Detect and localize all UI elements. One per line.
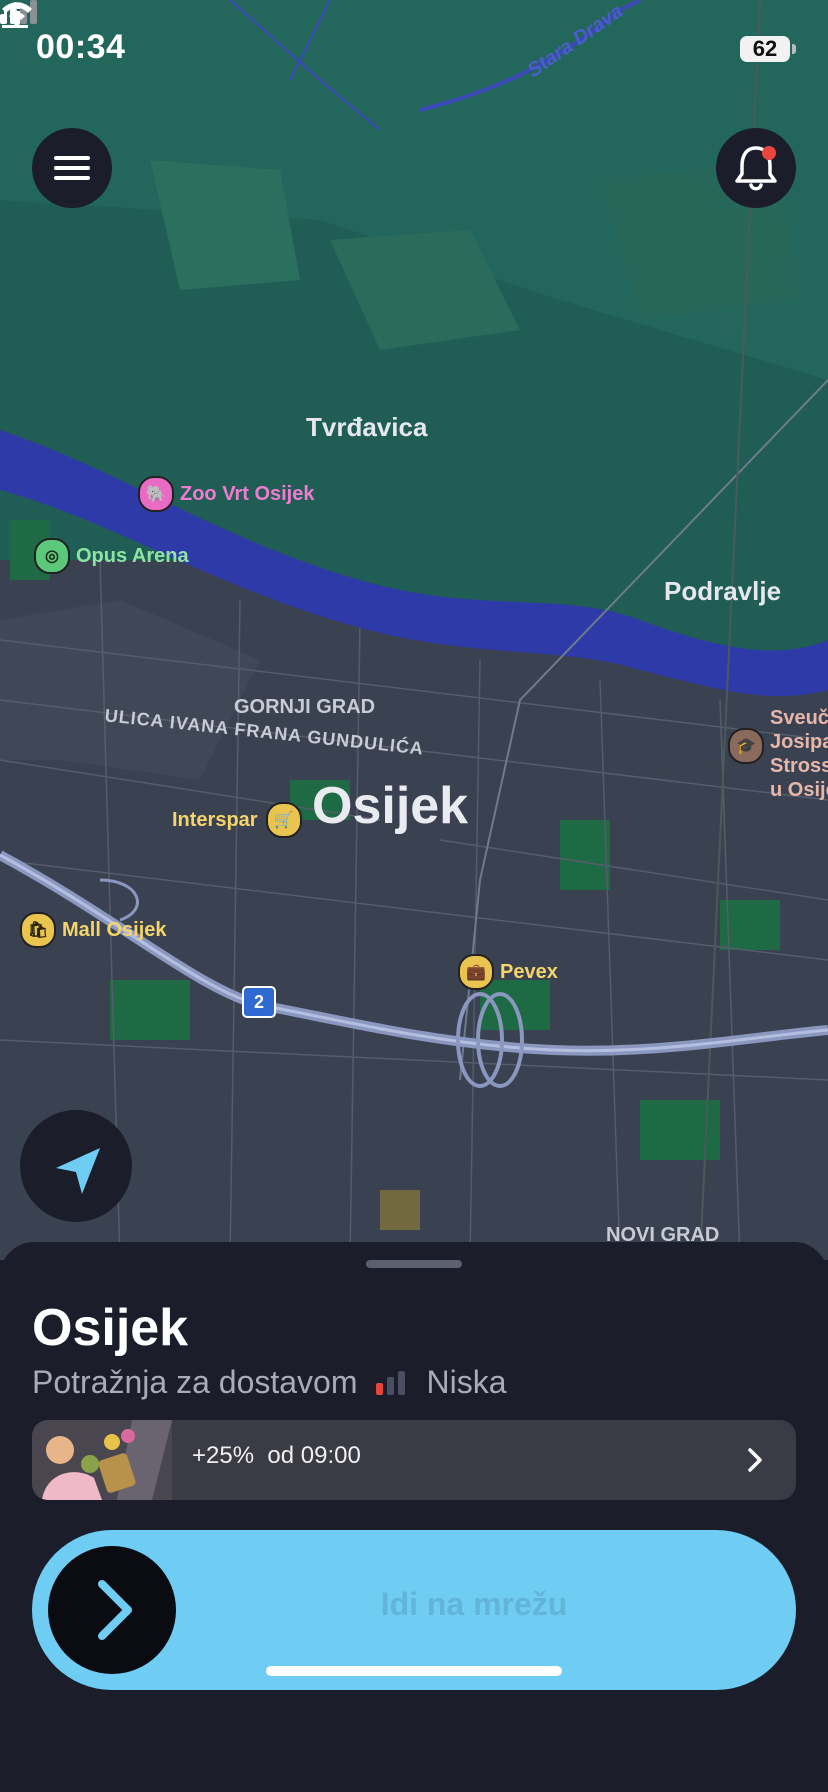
bell-icon bbox=[735, 146, 777, 191]
poi-label: Opus Arena bbox=[76, 544, 189, 567]
poi-university-line: Josipa bbox=[770, 731, 828, 753]
map-label-podravlje: Podravlje bbox=[664, 576, 782, 606]
graduation-cap-icon: 🎓 bbox=[728, 728, 764, 764]
delivery-demand: Potražnja za dostavom Niska bbox=[32, 1364, 507, 1401]
hamburger-icon bbox=[54, 176, 90, 180]
poi-pevex[interactable]: 💼 Pevex bbox=[458, 954, 558, 990]
wifi-icon bbox=[2, 2, 32, 26]
bottom-sheet: Osijek Potražnja za dostavom Niska +25% … bbox=[0, 1242, 828, 1792]
poi-label: Mall Osijek bbox=[62, 918, 167, 941]
menu-button[interactable] bbox=[32, 128, 112, 208]
navigation-arrow-icon bbox=[56, 1148, 100, 1194]
briefcase-icon: 💼 bbox=[458, 954, 494, 990]
stadium-icon: ◎ bbox=[34, 538, 70, 574]
recenter-location-button[interactable] bbox=[20, 1110, 132, 1222]
status-bar: 00:34 62 bbox=[0, 0, 828, 100]
poi-mall-osijek[interactable]: 🛍 Mall Osijek bbox=[20, 912, 167, 948]
chevron-right-icon bbox=[98, 1580, 132, 1640]
map-label-city: Osijek bbox=[312, 777, 469, 835]
poi-university[interactable]: 🎓 Sveuč Josipa Stross u Osije bbox=[728, 706, 828, 802]
promo-bonus: +25% bbox=[192, 1442, 255, 1469]
poi-interspar[interactable]: 🛒 Interspar bbox=[172, 802, 302, 838]
cart-icon: 🛒 bbox=[265, 802, 302, 838]
map-view[interactable]: 00:34 62 Stara Drava Tvrđavica Podravlje… bbox=[0, 0, 828, 1260]
map-label-gornji-grad: GORNJI GRAD bbox=[234, 696, 376, 718]
home-indicator[interactable] bbox=[266, 1666, 562, 1676]
city-title: Osijek bbox=[32, 1299, 189, 1357]
notifications-button[interactable] bbox=[716, 128, 796, 208]
poi-label: Zoo Vrt Osijek bbox=[180, 482, 315, 505]
road-shield: 2 bbox=[242, 986, 276, 1018]
go-online-knob[interactable] bbox=[48, 1546, 176, 1674]
map-canvas[interactable] bbox=[0, 0, 828, 1260]
demand-level: Niska bbox=[426, 1364, 507, 1400]
hamburger-icon bbox=[54, 166, 90, 170]
shopping-bag-icon: 🛍 bbox=[20, 912, 56, 948]
poi-university-line: Sveuč bbox=[770, 707, 828, 729]
promo-text: +25% od 09:00 bbox=[192, 1442, 361, 1470]
status-time: 00:34 bbox=[36, 28, 126, 66]
battery-indicator: 62 bbox=[740, 36, 796, 62]
poi-zoo[interactable]: 🐘 Zoo Vrt Osijek bbox=[138, 476, 314, 512]
poi-university-line: Stross bbox=[770, 755, 828, 777]
poi-label: Interspar bbox=[172, 808, 258, 831]
promo-time: od 09:00 bbox=[267, 1442, 361, 1469]
demand-bars-icon bbox=[375, 1370, 409, 1395]
sheet-drag-handle[interactable] bbox=[366, 1260, 462, 1268]
chevron-right-icon bbox=[748, 1448, 762, 1472]
promo-banner[interactable]: +25% od 09:00 bbox=[32, 1420, 796, 1500]
promo-illustration bbox=[32, 1420, 172, 1500]
map-label-tvrdavica: Tvrđavica bbox=[306, 412, 428, 442]
go-online-label: Idi na mrežu bbox=[380, 1586, 568, 1622]
elephant-icon: 🐘 bbox=[138, 476, 174, 512]
poi-university-line: u Osije bbox=[770, 779, 828, 801]
notification-dot bbox=[762, 146, 776, 160]
demand-label: Potražnja za dostavom bbox=[32, 1364, 358, 1400]
hamburger-icon bbox=[54, 156, 90, 160]
poi-label: Pevex bbox=[500, 960, 558, 983]
poi-opus-arena[interactable]: ◎ Opus Arena bbox=[34, 538, 189, 574]
